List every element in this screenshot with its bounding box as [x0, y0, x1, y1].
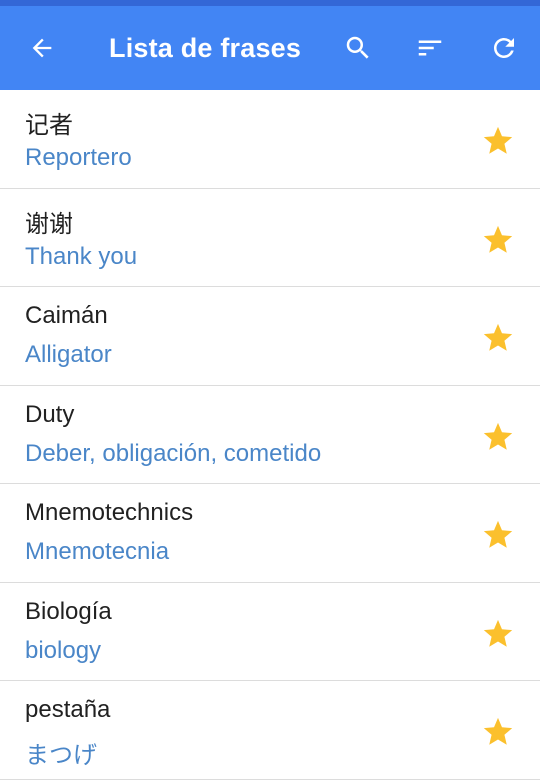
list-item[interactable]: Duty Deber, obligación, cometido: [0, 386, 540, 484]
phrase-text: 谢谢: [25, 210, 73, 238]
star-icon[interactable]: [481, 617, 515, 651]
phrase-text: Mnemotechnics: [25, 499, 194, 526]
list-item[interactable]: pestaña まつげ: [0, 681, 540, 780]
translation-text: Reportero: [25, 144, 132, 171]
translation-text: biology: [25, 636, 102, 664]
phrase-text: Caimán: [25, 302, 108, 329]
star-icon[interactable]: [481, 420, 515, 454]
phrase-text: Biología: [25, 597, 112, 625]
star-icon[interactable]: [481, 518, 515, 552]
list-item[interactable]: Caimán Alligator: [0, 287, 540, 386]
app-bar: Lista de frases: [0, 6, 540, 90]
sort-icon: [418, 40, 442, 56]
page-title: Lista de frases: [109, 33, 302, 63]
star-icon[interactable]: [481, 321, 515, 355]
list-item[interactable]: 记者 Reportero: [0, 90, 540, 189]
star-icon[interactable]: [481, 715, 515, 749]
refresh-icon: [494, 38, 514, 58]
translation-text: Deber, obligación, cometido: [25, 439, 322, 467]
back-button[interactable]: [24, 30, 60, 66]
star-icon[interactable]: [481, 124, 515, 158]
sort-button[interactable]: [412, 30, 448, 66]
refresh-button[interactable]: [486, 30, 522, 66]
list-item[interactable]: 谢谢 Thank you: [0, 189, 540, 287]
phrase-text: Duty: [25, 400, 75, 428]
list-item[interactable]: Biología biology: [0, 583, 540, 681]
list-item[interactable]: Mnemotechnics Mnemotecnia: [0, 484, 540, 583]
phrase-list: 记者 Reportero 谢谢 Thank you Caimán Alligat…: [0, 90, 540, 780]
translation-text: Mnemotecnia: [25, 538, 170, 565]
phrase-text: 记者: [25, 112, 73, 139]
phrase-text: pestaña: [25, 696, 111, 723]
translation-text: Alligator: [25, 341, 112, 368]
translation-text: まつげ: [25, 742, 97, 769]
back-arrow-icon: [32, 38, 52, 58]
translation-text: Thank you: [25, 242, 138, 270]
search-button[interactable]: [340, 30, 376, 66]
search-icon: [346, 36, 369, 59]
star-icon[interactable]: [481, 223, 515, 257]
